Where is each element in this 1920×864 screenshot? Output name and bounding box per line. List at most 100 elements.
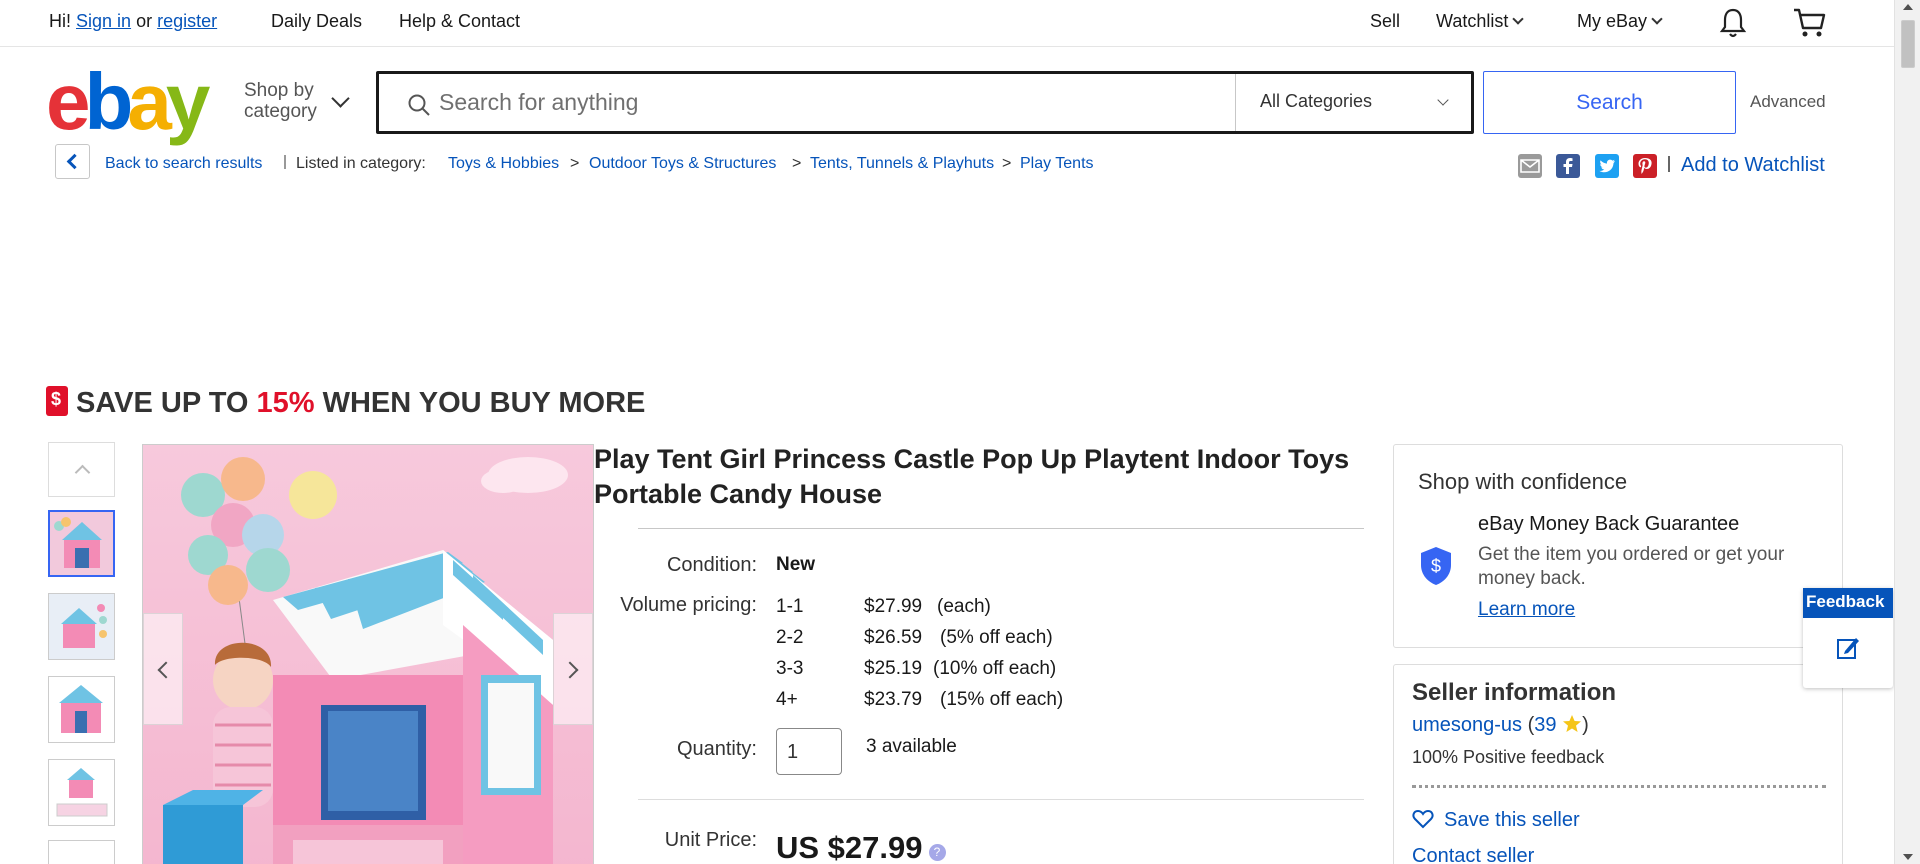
previous-image-button[interactable] <box>143 613 183 725</box>
back-to-search-link[interactable]: Back to search results <box>105 155 262 173</box>
vertical-scrollbar[interactable] <box>1894 0 1920 864</box>
chevron-right-icon <box>561 661 579 679</box>
advanced-search-link[interactable]: Advanced <box>1750 92 1826 112</box>
shop-by-category[interactable]: Shop by category <box>244 80 317 122</box>
tier-qty: 1-1 <box>776 596 804 617</box>
top-navigation-bar: Hi! Sign in or register Daily Deals Help… <box>0 0 1894 47</box>
tier-note: (10% off each) <box>933 658 1057 679</box>
my-ebay-dropdown[interactable]: My eBay <box>1577 11 1663 32</box>
thumbnail-image[interactable] <box>48 676 115 743</box>
shield-icon: $ <box>1421 547 1451 585</box>
seller-name-link[interactable]: umesong-us <box>1412 714 1522 736</box>
confidence-heading: Shop with confidence <box>1418 469 1628 494</box>
watchlist-label: Watchlist <box>1436 11 1509 31</box>
breadcrumb-item[interactable]: Toys & Hobbies <box>448 155 559 173</box>
share-icons <box>1518 154 1667 178</box>
thumbnail-scroll-up-button[interactable] <box>48 442 115 497</box>
chevron-left-icon <box>66 153 83 170</box>
quantity-input[interactable]: 1 <box>776 728 842 775</box>
feedback-tab[interactable]: Feedback <box>1803 588 1893 688</box>
edit-icon <box>1837 638 1859 659</box>
category-label: category <box>244 101 317 122</box>
banner-suffix: WHEN YOU BUY MORE <box>314 387 646 419</box>
thumbnail-image[interactable] <box>48 510 115 577</box>
help-icon[interactable]: ? <box>928 844 946 861</box>
breadcrumb-item[interactable]: Play Tents <box>1020 155 1094 173</box>
divider <box>638 799 1364 800</box>
divider <box>1412 785 1826 788</box>
or-text: or <box>136 11 153 31</box>
guarantee-text: Get the item you ordered or get your mon… <box>1478 544 1785 589</box>
contact-seller-link[interactable]: Contact seller <box>1412 845 1534 864</box>
banner-prefix: SAVE UP TO <box>76 387 257 419</box>
my-ebay-label: My eBay <box>1577 11 1648 31</box>
scroll-up-arrow-icon[interactable] <box>1903 4 1913 10</box>
bell-icon[interactable] <box>1718 7 1748 39</box>
chevron-down-icon <box>1437 94 1449 106</box>
tier-price: $26.59 <box>864 627 923 648</box>
feedback-label: Feedback <box>1803 588 1893 618</box>
scroll-down-arrow-icon[interactable] <box>1903 854 1913 860</box>
sell-link[interactable]: Sell <box>1370 11 1400 32</box>
shop-with-confidence-panel: Shop with confidence $ eBay Money Back G… <box>1393 444 1843 648</box>
chevron-down-icon <box>1512 13 1525 25</box>
tier-qty: 2-2 <box>776 627 804 648</box>
help-contact-link[interactable]: Help & Contact <box>399 11 520 32</box>
back-button[interactable] <box>55 144 90 179</box>
twitter-icon[interactable] <box>1594 154 1619 178</box>
cart-icon[interactable] <box>1792 7 1828 39</box>
search-button[interactable]: Search <box>1483 71 1736 134</box>
daily-deals-link[interactable]: Daily Deals <box>271 11 362 32</box>
facebook-icon[interactable] <box>1556 154 1581 178</box>
seller-name-row: umesong-us (39 ) <box>1412 714 1589 737</box>
watchlist-dropdown[interactable]: Watchlist <box>1436 11 1525 32</box>
save-seller-link[interactable]: Save this seller <box>1412 809 1580 832</box>
email-icon[interactable] <box>1518 154 1542 178</box>
greeting-text: Hi! <box>49 11 71 31</box>
main-product-image[interactable] <box>142 444 594 864</box>
thumbnail-image[interactable] <box>48 759 115 826</box>
thumbnail-image[interactable] <box>48 593 115 660</box>
product-photo <box>143 445 593 864</box>
product-title: Play Tent Girl Princess Castle Pop Up Pl… <box>594 444 1350 509</box>
next-image-button[interactable] <box>553 613 593 725</box>
positive-feedback: 100% Positive feedback <box>1412 747 1605 767</box>
condition-label: Condition: <box>666 554 757 576</box>
chevron-down-icon[interactable] <box>331 89 350 108</box>
tier-price: $23.79 <box>864 689 923 710</box>
scrollbar-thumb[interactable] <box>1901 20 1915 68</box>
ebay-logo[interactable]: ebay <box>46 62 210 142</box>
tier-qty: 4+ <box>776 689 798 710</box>
category-select[interactable]: All Categories <box>1235 74 1471 131</box>
breadcrumb-separator: > <box>570 155 580 172</box>
heart-icon <box>1412 809 1434 829</box>
pinterest-icon[interactable] <box>1633 154 1658 178</box>
add-to-watchlist-link[interactable]: Add to Watchlist <box>1681 154 1825 177</box>
tier-note: (each) <box>937 596 991 617</box>
breadcrumb-separator: > <box>1002 155 1012 172</box>
price-tag-icon <box>46 386 68 416</box>
learn-more-link[interactable]: Learn more <box>1478 599 1575 621</box>
seller-heading: Seller information <box>1412 679 1617 706</box>
chevron-up-icon <box>74 464 91 481</box>
breadcrumb-item[interactable]: Tents, Tunnels & Playhuts <box>810 155 994 173</box>
unit-price-label: Unit Price: <box>664 829 757 851</box>
star-icon <box>1563 715 1582 732</box>
breadcrumb-item[interactable]: Outdoor Toys & Structures <box>589 155 776 173</box>
register-link[interactable]: register <box>157 11 217 31</box>
divider <box>638 528 1364 529</box>
sign-in-link[interactable]: Sign in <box>76 11 131 31</box>
divider <box>284 155 286 169</box>
feedback-score-link[interactable]: 39 <box>1534 714 1556 736</box>
save-seller-label: Save this seller <box>1444 809 1580 831</box>
available-count: 3 available <box>866 736 957 757</box>
thumbnail-scroll-down-button[interactable] <box>48 840 115 864</box>
volume-discount-banner: SAVE UP TO 15% WHEN YOU BUY MORE <box>46 386 645 420</box>
shop-by-label: Shop by <box>244 80 314 101</box>
search-input[interactable] <box>439 82 1199 122</box>
unit-price-value: US $27.99 <box>776 830 923 864</box>
tier-price: $25.19 <box>864 658 923 679</box>
search-bar: All Categories <box>376 71 1474 134</box>
tier-qty: 3-3 <box>776 658 804 679</box>
tier-note: (15% off each) <box>940 689 1064 710</box>
